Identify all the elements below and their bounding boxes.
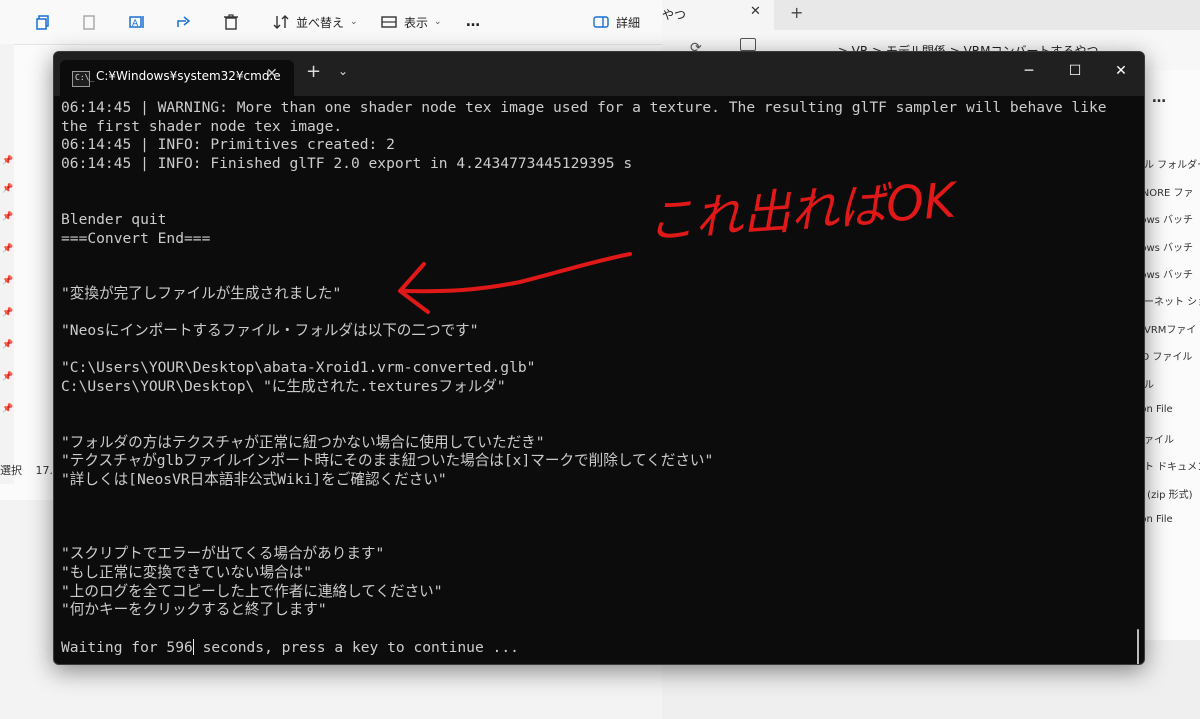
chevron-down-icon: ⌄ [350,17,358,27]
explorer-tab-bar: やつ ✕ + [662,0,1200,30]
copy-icon [36,15,49,30]
terminal-line: "何かキーをクリックすると終了します" [61,601,327,618]
rename-icon: A [129,16,144,29]
details-button[interactable]: 詳細 [592,8,640,36]
terminal-line: "テクスチャがglbファイルインポート時にそのまま紐ついた場合は[x]マークで削… [61,452,714,469]
computer-icon [740,38,756,51]
status-selection: 選択 [0,464,22,477]
chevron-down-icon[interactable]: ⌄ [338,64,348,78]
paste-button[interactable] [80,8,98,36]
terminal-tab[interactable]: C:\_ C:¥Windows¥system32¥cmd.e ✕ [60,60,294,96]
view-icon [381,16,397,28]
navigation-pane: 📌 📌 📌 📌 📌 📌 📌 📌 📌 [0,44,14,484]
pin-icon: 📌 [2,244,14,254]
pin-icon: 📌 [2,156,14,166]
terminal-output[interactable]: 06:14:45 | WARNING: More than one shader… [54,96,1144,664]
terminal-line: "上のログを全てコピーした上で作者に連絡してください" [61,583,443,600]
new-tab-button[interactable]: + [790,3,803,22]
terminal-line: 06:14:45 | INFO: Finished glTF 2.0 expor… [61,155,633,172]
view-button[interactable]: 表示 ⌄ [380,8,442,36]
terminal-line: 06:14:45 | INFO: Primitives created: 2 [61,136,395,153]
pin-icon: 📌 [2,184,14,194]
explorer-command-bar: A 並べ替え ⌄ 表示 ⌄ … 詳細 [0,0,662,45]
svg-text:A: A [132,19,139,29]
close-icon[interactable]: ✕ [750,4,761,19]
cmd-icon: C:\_ [72,71,94,87]
rename-button[interactable]: A [128,8,146,36]
pin-icon: 📌 [2,276,14,286]
more-options-button[interactable]: … [466,8,480,36]
pin-icon: 📌 [2,340,14,350]
pin-icon: 📌 [2,372,14,382]
chevron-down-icon: ⌄ [434,17,442,27]
view-label: 表示 [404,15,429,30]
terminal-tab-title: C:¥Windows¥system32¥cmd.e [96,69,281,83]
terminal-line: "フォルダの方はテクスチャが正常に紐つかない場合に使用していただき" [61,434,545,451]
scrollbar[interactable] [1137,629,1139,664]
prompt-text-continued: seconds, press a key to continue ... [193,639,519,656]
terminal-line: "Neosにインポートするファイル・フォルダは以下の二つです" [61,322,479,339]
sort-button[interactable]: 並べ替え ⌄ [272,8,358,36]
details-label: 詳細 [616,15,641,30]
terminal-line: ===Convert End=== [61,230,211,247]
prompt-line: Waiting for 596 seconds, press a key to … [61,639,519,657]
terminal-line: "スクリプトでエラーが出てくる場合があります" [61,545,385,562]
terminal-line: the first shader node tex image. [61,118,343,135]
share-button[interactable] [175,8,193,36]
terminal-line: Blender quit [61,211,167,228]
explorer-tab-title: やつ [662,8,687,22]
share-icon [177,16,191,27]
pin-icon: 📌 [2,212,14,222]
delete-button[interactable] [222,8,240,36]
paste-icon [83,15,95,30]
prompt-text: Waiting for 596 [61,639,193,656]
terminal-title-bar[interactable]: C:\_ C:¥Windows¥system32¥cmd.e ✕ + ⌄ ─ ☐… [54,52,1144,96]
more-options-button[interactable]: … [1152,90,1166,106]
sort-icon [273,15,289,29]
terminal-line: "C:\Users\YOUR\Desktop\abata-Xroid1.vrm-… [61,359,536,376]
pin-icon: 📌 [2,404,14,414]
pin-icon: 📌 [2,308,14,318]
copy-button[interactable] [34,8,52,36]
maximize-button[interactable]: ☐ [1052,52,1098,90]
sort-label: 並べ替え [296,15,345,30]
terminal-line: "詳しくは[NeosVR日本語非公式Wiki]をご確認ください" [61,471,447,488]
status-bar: 選択 17.1 [0,462,60,478]
close-window-button[interactable]: ✕ [1098,52,1144,90]
terminal-line: "もし正常に変換できていない場合は" [61,564,313,581]
trash-icon [224,14,238,30]
minimize-button[interactable]: ─ [1006,52,1052,90]
close-icon[interactable]: ✕ [266,66,278,82]
details-pane-icon [593,16,609,28]
terminal-window: C:\_ C:¥Windows¥system32¥cmd.e ✕ + ⌄ ─ ☐… [53,51,1145,665]
explorer-tab[interactable]: やつ ✕ [662,0,774,30]
terminal-line: C:\Users\YOUR\Desktop\ "に生成された.texturesフ… [61,378,506,395]
conversion-complete-message: "変換が完了しファイルが生成されました" [61,285,342,302]
new-tab-button[interactable]: + [306,62,321,82]
terminal-line: 06:14:45 | WARNING: More than one shader… [61,99,1107,116]
